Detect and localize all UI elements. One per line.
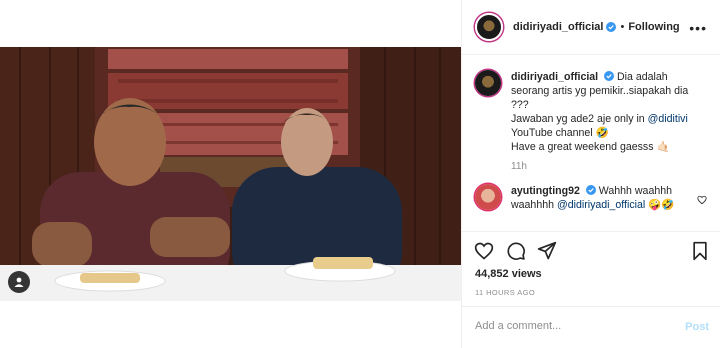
comment-tail: 🤪🤣 (645, 199, 675, 211)
mention-link[interactable]: @diditivi (648, 113, 688, 125)
more-options-button[interactable]: ••• (689, 20, 707, 36)
add-comment-input[interactable] (475, 320, 665, 332)
video-frame (0, 47, 461, 301)
comments-section: didiriyadi_official Dia adalah seorang a… (462, 56, 720, 231)
post-header: didiriyadi_official • Following ••• (462, 0, 720, 55)
caption-text-line2-prefix: Jawaban yg ade2 aje only in (511, 113, 648, 125)
commenter-avatar[interactable] (475, 184, 501, 210)
caption-age[interactable]: 11h (511, 160, 706, 174)
author-username[interactable]: didiriyadi_official (513, 21, 603, 33)
add-comment-bar: Post (462, 306, 720, 348)
view-count[interactable]: 44,852 views (475, 268, 542, 280)
verified-badge-icon (604, 71, 615, 81)
following-button[interactable]: Following (628, 21, 679, 33)
like-heart-icon[interactable] (474, 241, 494, 261)
tagged-users-button[interactable] (8, 271, 30, 293)
caption-username[interactable]: didiriyadi_official (511, 71, 598, 83)
caption-text-line3: Have a great weekend gaesss 🤙🏻 (511, 141, 670, 153)
comment-item: ayutingting92 Wahhh waahhh waahhhh @didi… (475, 184, 686, 212)
separator-dot: • (620, 21, 625, 33)
verified-badge-icon (606, 22, 617, 32)
author-avatar[interactable] (475, 13, 503, 41)
verified-badge-icon (585, 185, 596, 195)
post-timestamp[interactable]: 11 HOURS AGO (475, 288, 535, 297)
comment-mention-link[interactable]: @didiriyadi_official (557, 199, 645, 211)
post-comment-button[interactable]: Post (685, 321, 709, 333)
comment-bubble-icon[interactable] (506, 241, 526, 261)
commenter-username[interactable]: ayutingting92 (511, 185, 580, 197)
action-bar: 44,852 views 11 HOURS AGO (462, 231, 720, 306)
caption: didiriyadi_official Dia adalah seorang a… (475, 70, 706, 174)
user-icon (14, 277, 24, 287)
post-video[interactable] (0, 47, 461, 301)
caption-text-line2-suffix: YouTube channel 🤣 (511, 127, 609, 139)
like-comment-heart-icon[interactable] (697, 195, 707, 205)
post-side-panel: didiriyadi_official • Following ••• didi… (461, 0, 720, 348)
caption-avatar[interactable] (475, 70, 501, 96)
save-bookmark-icon[interactable] (691, 241, 709, 261)
share-paper-plane-icon[interactable] (537, 241, 557, 261)
